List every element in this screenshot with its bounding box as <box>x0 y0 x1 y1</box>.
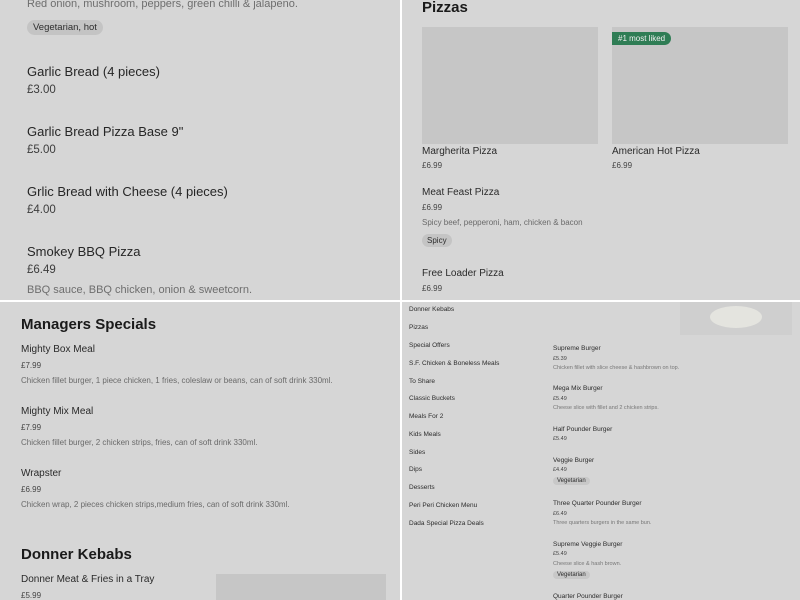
item-description: Cheese slice with fillet and 2 chicken s… <box>553 405 659 411</box>
item-description: Spicy beef, pepperoni, ham, chicken & ba… <box>422 218 583 227</box>
nav-item-classic-buckets[interactable]: Classic Buckets <box>409 395 455 402</box>
item-name: Supreme Veggie Burger <box>553 541 623 548</box>
item-price: £5.39 <box>553 356 567 362</box>
item-price: £5.00 <box>27 144 56 156</box>
item-price: £5.49 <box>553 551 567 557</box>
menu-panel-top-right: Pizzas Margherita Pizza £6.99 #1 most li… <box>402 0 800 300</box>
dietary-tag: Vegetarian <box>553 477 590 485</box>
item-name: Half Pounder Burger <box>553 426 613 433</box>
section-title-pizzas: Pizzas <box>422 0 468 16</box>
item-price: £5.49 <box>553 436 567 442</box>
nav-item-donner-kebabs[interactable]: Donner Kebabs <box>409 306 454 313</box>
menu-panel-bottom-right: Donner Kebabs Pizzas Special Offers S.F.… <box>402 302 800 600</box>
dietary-tag: Spicy <box>422 234 452 247</box>
item-price: £3.00 <box>27 84 56 96</box>
food-image <box>680 302 792 335</box>
item-description: Three quarters burgers in the same bun. <box>553 520 652 526</box>
item-name: Grlic Bread with Cheese (4 pieces) <box>27 184 228 199</box>
item-name: Margherita Pizza <box>422 146 498 157</box>
item-price: £4.00 <box>27 204 56 216</box>
item-name: Free Loader Pizza <box>422 268 504 279</box>
item-name: Garlic Bread Pizza Base 9" <box>27 124 184 139</box>
item-price: £7.99 <box>21 361 42 370</box>
menu-panel-bottom-left: Managers Specials Mighty Box Meal £7.99 … <box>0 302 400 600</box>
item-description: Chicken wrap, 2 pieces chicken strips,me… <box>21 500 290 509</box>
nav-item-peri-peri[interactable]: Peri Peri Chicken Menu <box>409 502 477 509</box>
food-plate-shape <box>710 306 762 328</box>
dietary-tag: Vegetarian <box>553 571 590 579</box>
item-name: Mighty Mix Meal <box>21 406 94 417</box>
item-image-placeholder <box>422 27 598 144</box>
menu-panel-top-left: Red onion, mushroom, peppers, green chil… <box>0 0 400 300</box>
nav-item-kids-meals[interactable]: Kids Meals <box>409 431 441 438</box>
dietary-tag: Vegetarian, hot <box>27 20 103 35</box>
item-price: £7.99 <box>21 423 42 432</box>
item-price: £5.99 <box>21 591 42 600</box>
item-image-placeholder <box>216 574 386 600</box>
item-name: Quarter Pounder Burger <box>553 593 623 600</box>
item-price: £6.99 <box>422 284 443 293</box>
nav-item-desserts[interactable]: Desserts <box>409 484 435 491</box>
nav-item-dada-special[interactable]: Dada Special Pizza Deals <box>409 520 484 527</box>
item-price: £6.49 <box>27 264 56 276</box>
item-description: Chicken fillet burger, 1 piece chicken, … <box>21 376 333 385</box>
nav-item-meals-for-2[interactable]: Meals For 2 <box>409 413 443 420</box>
nav-item-dips[interactable]: Dips <box>409 466 422 473</box>
item-description: Chicken fillet with slice cheese & hashb… <box>553 365 680 371</box>
most-liked-badge: #1 most liked <box>612 32 672 45</box>
item-name: Garlic Bread (4 pieces) <box>27 64 160 79</box>
nav-item-sf-chicken[interactable]: S.F. Chicken & Boneless Meals <box>409 360 499 367</box>
horizontal-divider <box>0 300 800 302</box>
nav-item-special-offers[interactable]: Special Offers <box>409 342 450 349</box>
item-price: £6.99 <box>21 485 42 494</box>
item-name: Mega Mix Burger <box>553 385 603 392</box>
item-name: Donner Meat & Fries in a Tray <box>21 574 155 585</box>
item-description: Chicken fillet burger, 2 chicken strips,… <box>21 438 258 447</box>
item-price: £4.49 <box>553 467 567 473</box>
item-price: £6.49 <box>553 511 567 517</box>
item-name: Smokey BBQ Pizza <box>27 244 141 259</box>
item-name: American Hot Pizza <box>612 146 700 157</box>
item-price: £6.99 <box>422 203 443 212</box>
item-description: Red onion, mushroom, peppers, green chil… <box>27 0 298 10</box>
item-name: Wrapster <box>21 468 62 479</box>
item-name: Mighty Box Meal <box>21 344 95 355</box>
item-name: Supreme Burger <box>553 345 601 352</box>
section-title-donner-kebabs: Donner Kebabs <box>21 546 132 563</box>
item-price: £6.99 <box>612 161 633 170</box>
nav-item-sides[interactable]: Sides <box>409 449 425 456</box>
item-price: £5.49 <box>553 396 567 402</box>
item-description: Cheese slice & hash brown. <box>553 561 622 567</box>
item-description: BBQ sauce, BBQ chicken, onion & sweetcor… <box>27 284 253 296</box>
item-name: Meat Feast Pizza <box>422 187 500 198</box>
nav-item-to-share[interactable]: To Share <box>409 378 435 385</box>
nav-item-pizzas[interactable]: Pizzas <box>409 324 428 331</box>
item-name: Three Quarter Pounder Burger <box>553 500 642 507</box>
section-title-managers-specials: Managers Specials <box>21 316 157 333</box>
item-price: £6.99 <box>422 161 443 170</box>
item-name: Veggie Burger <box>553 457 595 464</box>
